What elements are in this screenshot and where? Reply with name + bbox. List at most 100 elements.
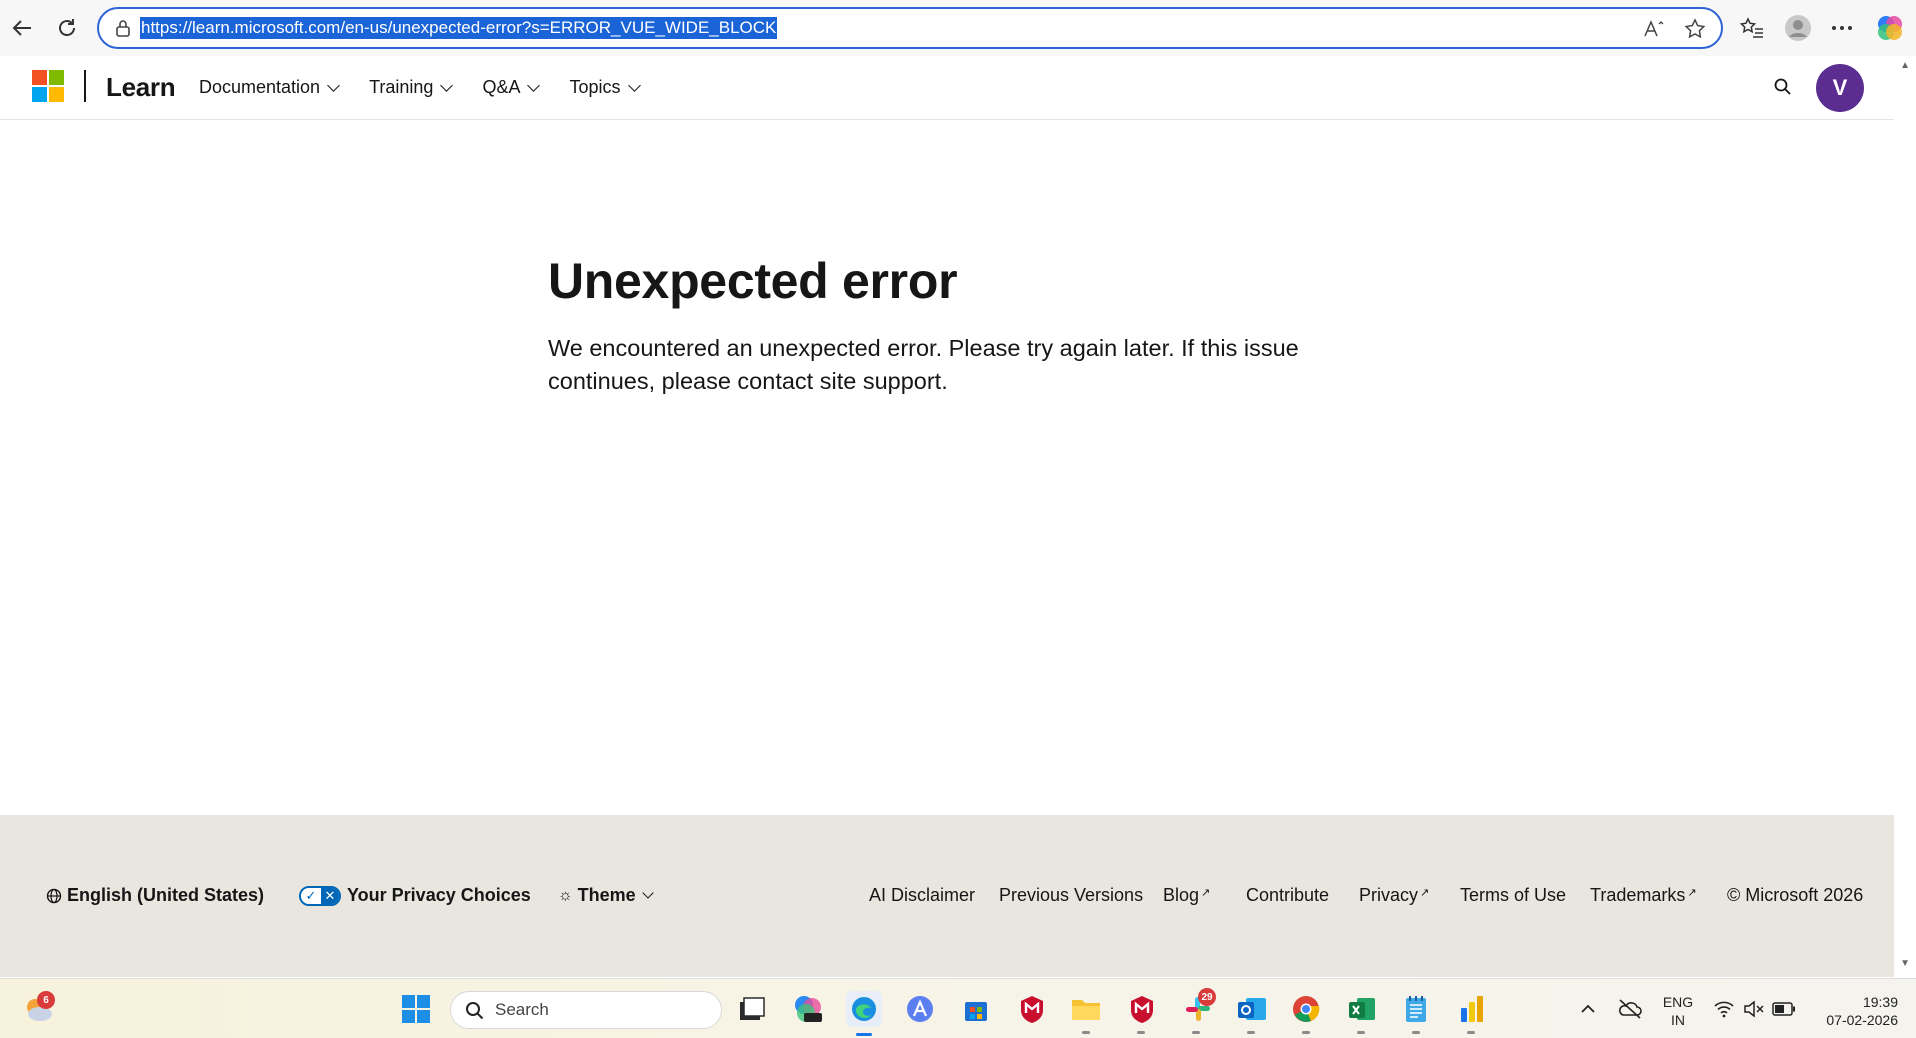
arc-app-icon[interactable]: [902, 991, 938, 1027]
privacy-label: Privacy: [1359, 885, 1419, 905]
clock-time: 19:39: [1862, 994, 1898, 1010]
nav-qa-label: Q&A: [482, 77, 521, 97]
taskbar-search-box[interactable]: Search: [450, 991, 722, 1029]
system-clock[interactable]: 19:39 07-02-2026: [1808, 993, 1898, 1029]
error-content: Unexpected error We encountered an unexp…: [548, 252, 1348, 398]
address-bar[interactable]: https://learn.microsoft.com/en-us/unexpe…: [97, 7, 1723, 49]
footer-link-terms[interactable]: Terms of Use: [1460, 885, 1566, 906]
slack-badge: 29: [1198, 988, 1216, 1006]
theme-selector[interactable]: ☼ Theme: [558, 885, 654, 906]
file-explorer-icon[interactable]: [1068, 991, 1104, 1027]
windows-taskbar: 6 Search 29 ENG IN 19:39 07-02-2026: [0, 978, 1916, 1038]
theme-label: Theme: [577, 885, 636, 905]
user-avatar[interactable]: V: [1816, 64, 1864, 112]
favorites-list-icon[interactable]: [1736, 12, 1768, 44]
read-aloud-icon[interactable]: [1641, 16, 1667, 42]
microsoft-store-icon[interactable]: [958, 991, 994, 1027]
mcafee-shield-icon[interactable]: [1124, 991, 1160, 1027]
back-arrow-icon[interactable]: [4, 10, 40, 46]
power-bi-icon[interactable]: [1454, 991, 1490, 1027]
task-view-icon[interactable]: [734, 991, 770, 1027]
chevron-down-icon: [327, 78, 340, 92]
trademarks-label: Trademarks: [1590, 885, 1686, 905]
privacy-choices-link[interactable]: ✓ ✕ Your Privacy Choices: [299, 885, 531, 906]
language-line2: IN: [1671, 1012, 1685, 1028]
taskbar-search-placeholder: Search: [495, 1000, 549, 1019]
footer-link-contribute[interactable]: Contribute: [1246, 885, 1329, 906]
profile-icon[interactable]: [1782, 12, 1814, 44]
app-running-dot: [1357, 1031, 1365, 1034]
app-running-dot: [1192, 1031, 1200, 1034]
logo-divider: [84, 70, 86, 102]
site-header: Learn Documentation Training Q&A Topics …: [0, 56, 1894, 120]
app-running-dot: [1082, 1031, 1090, 1034]
scroll-down-arrow-icon[interactable]: ▼: [1900, 958, 1910, 969]
active-app-indicator: [856, 1033, 872, 1036]
notepad-icon[interactable]: [1398, 991, 1434, 1027]
microsoft-logo-icon[interactable]: [32, 70, 64, 102]
brand-learn-link[interactable]: Learn: [106, 72, 176, 103]
lock-icon[interactable]: [113, 18, 133, 38]
copyright-text: © Microsoft 2026: [1727, 885, 1864, 905]
nav-topics-label: Topics: [569, 77, 621, 97]
browser-toolbar: https://learn.microsoft.com/en-us/unexpe…: [0, 0, 1916, 56]
external-link-icon: ↗: [1201, 887, 1211, 899]
chrome-icon[interactable]: [1288, 991, 1324, 1027]
blog-label: Blog: [1163, 885, 1200, 905]
search-icon: [466, 1002, 484, 1020]
site-footer: English (United States) ✓ ✕ Your Privacy …: [0, 815, 1894, 977]
chevron-down-icon: [642, 887, 654, 899]
language-label: English (United States): [67, 885, 265, 905]
favorite-star-icon[interactable]: [1682, 16, 1708, 42]
external-link-icon: ↗: [1687, 887, 1697, 899]
clock-date: 07-02-2026: [1826, 1012, 1898, 1028]
page-title: Unexpected error: [548, 253, 958, 309]
app-running-dot: [1467, 1031, 1475, 1034]
onedrive-off-icon[interactable]: [1612, 991, 1648, 1027]
nav-topics[interactable]: Topics: [569, 77, 641, 98]
privacy-toggle-icon: ✓ ✕: [299, 885, 341, 906]
nav-training[interactable]: Training: [369, 77, 454, 98]
refresh-icon[interactable]: [49, 10, 85, 46]
language-indicator[interactable]: ENG IN: [1660, 993, 1696, 1029]
copilot-icon[interactable]: [1874, 12, 1906, 44]
error-message: We encountered an unexpected error. Plea…: [548, 335, 1299, 394]
nav-qa[interactable]: Q&A: [482, 77, 541, 98]
search-icon[interactable]: [1772, 76, 1794, 98]
nav-training-label: Training: [369, 77, 434, 97]
privacy-choices-label: Your Privacy Choices: [347, 885, 531, 905]
external-link-icon: ↗: [1420, 887, 1430, 899]
url-text[interactable]: https://learn.microsoft.com/en-us/unexpe…: [140, 17, 778, 39]
battery-icon[interactable]: [1766, 991, 1802, 1027]
edge-browser-icon[interactable]: [846, 991, 882, 1027]
page-scrollbar[interactable]: [1894, 56, 1916, 976]
footer-link-ai-disclaimer[interactable]: AI Disclaimer: [869, 885, 975, 906]
app-running-dot: [1247, 1031, 1255, 1034]
language-selector[interactable]: English (United States): [46, 885, 264, 906]
windows-start-icon[interactable]: [398, 991, 434, 1027]
excel-icon[interactable]: [1344, 991, 1380, 1027]
app-running-dot: [1412, 1031, 1420, 1034]
top-nav-menu: Documentation Training Q&A Topics: [199, 77, 670, 98]
weather-badge: 6: [37, 991, 55, 1009]
mcafee-icon[interactable]: [1014, 991, 1050, 1027]
more-icon[interactable]: [1826, 12, 1858, 44]
outlook-icon[interactable]: [1234, 991, 1270, 1027]
chevron-down-icon: [440, 78, 454, 92]
nav-documentation[interactable]: Documentation: [199, 77, 340, 98]
footer-link-trademarks[interactable]: Trademarks ↗: [1590, 885, 1697, 906]
nav-documentation-label: Documentation: [199, 77, 321, 97]
footer-link-privacy[interactable]: Privacy ↗: [1359, 885, 1429, 906]
footer-link-previous-versions[interactable]: Previous Versions: [999, 885, 1143, 906]
chevron-down-icon: [627, 78, 641, 92]
scroll-up-arrow-icon[interactable]: ▲: [1900, 60, 1910, 71]
app-running-dot: [1137, 1031, 1145, 1034]
chevron-down-icon: [527, 78, 541, 92]
sun-icon: ☼: [558, 886, 573, 904]
app-running-dot: [1302, 1031, 1310, 1034]
globe-icon: [46, 888, 62, 903]
language-line1: ENG: [1662, 994, 1694, 1010]
footer-link-blog[interactable]: Blog ↗: [1163, 885, 1210, 906]
microsoft-365-icon[interactable]: [790, 991, 826, 1027]
chevron-up-icon[interactable]: [1570, 991, 1606, 1027]
